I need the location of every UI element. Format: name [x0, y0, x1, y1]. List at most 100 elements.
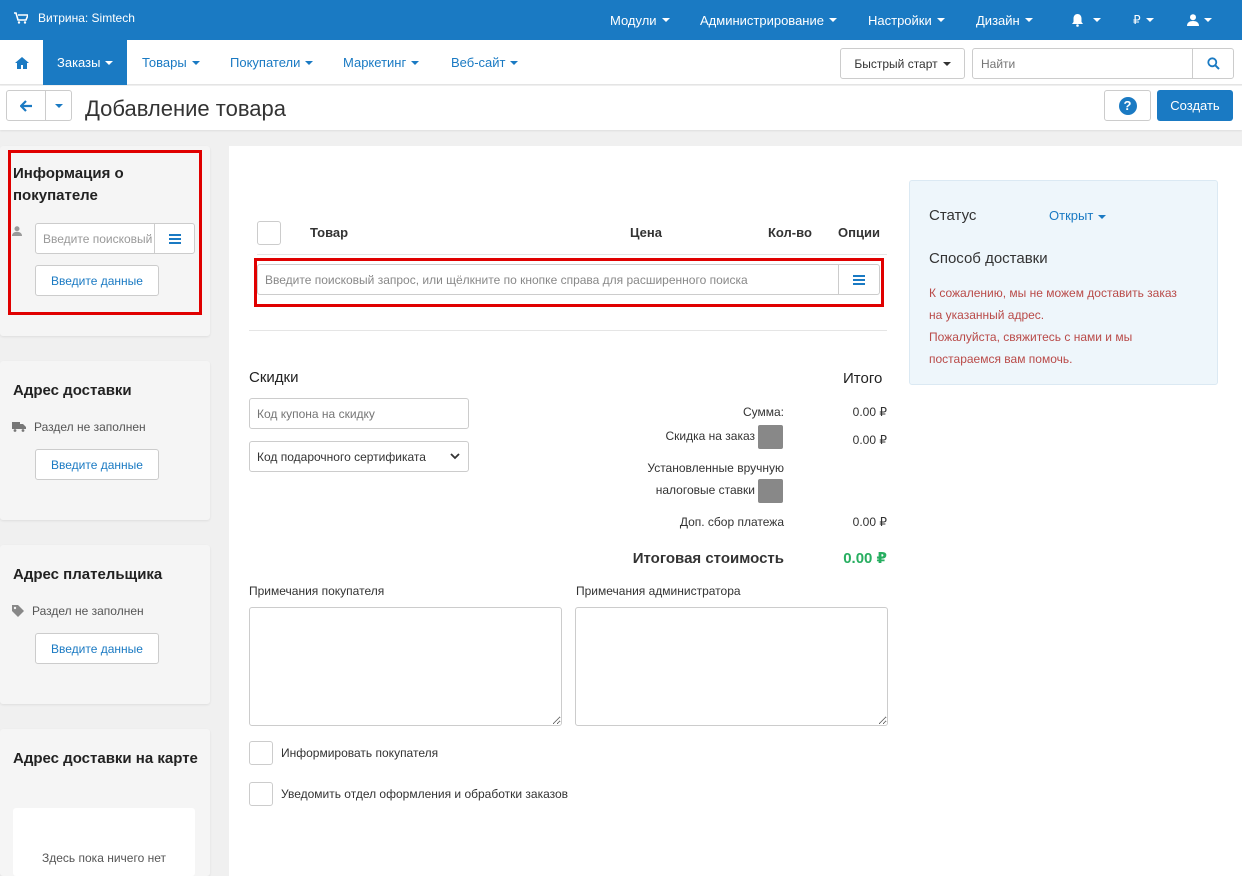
search-icon	[1206, 57, 1220, 70]
global-search-button[interactable]	[1192, 48, 1234, 79]
chevron-down-icon	[1145, 18, 1154, 22]
chevron-down-icon	[936, 18, 945, 22]
chevron-down-icon	[828, 18, 837, 22]
chevron-down-icon	[661, 18, 670, 22]
customer-notes-textarea[interactable]	[249, 607, 562, 726]
gift-certificate-select[interactable]: Код подарочного сертификата	[249, 441, 469, 472]
menu-settings[interactable]: Настройки	[868, 0, 945, 40]
truck-icon	[12, 422, 26, 432]
chevron-down-icon	[1204, 18, 1212, 22]
notify-department-checkbox[interactable]	[249, 782, 273, 806]
nav-orders[interactable]: Заказы	[43, 40, 128, 85]
surcharge-value: 0.00 ₽	[852, 515, 887, 529]
bell-icon	[1072, 14, 1083, 27]
total-value: 0.00 ₽	[843, 550, 887, 567]
chevron-down-icon	[1093, 18, 1101, 22]
shipping-address-card: Адрес доставки Раздел не заполнен Введит…	[0, 361, 210, 520]
surcharge-label: Доп. сбор платежа	[679, 515, 784, 529]
help-button[interactable]: ?	[1104, 90, 1151, 121]
totals-title: Итого	[843, 370, 883, 387]
divider	[249, 330, 887, 331]
store-label: Витрина: Simtech	[38, 11, 135, 25]
arrow-left-icon	[19, 99, 32, 112]
total-label: Итоговая стоимость	[632, 550, 784, 567]
notifications-menu[interactable]	[1071, 0, 1101, 40]
top-bar: Витрина: Simtech Модули Администрировани…	[0, 0, 1242, 40]
status-select[interactable]: Открыт	[1049, 208, 1107, 223]
billing-empty-text: Раздел не заполнен	[32, 604, 144, 618]
chevron-down-icon	[450, 453, 460, 460]
coupon-code-input[interactable]	[249, 398, 469, 429]
chevron-down-icon	[191, 60, 200, 65]
admin-notes-label: Примечания администратора	[576, 584, 741, 598]
user-icon	[1187, 14, 1199, 26]
subtotal-value: 0.00 ₽	[852, 405, 887, 419]
nav-marketing[interactable]: Маркетинг	[343, 40, 420, 85]
customer-notes-label: Примечания покупателя	[249, 584, 385, 598]
shipping-enter-data-button[interactable]: Введите данные	[35, 449, 159, 480]
chevron-down-icon	[305, 60, 314, 65]
chevron-down-icon	[1098, 214, 1107, 219]
order-discount-value: 0.00 ₽	[852, 433, 887, 447]
col-options: Опции	[838, 225, 880, 240]
status-label: Статус	[929, 207, 977, 224]
currency-menu[interactable]: ₽	[1133, 0, 1154, 40]
chevron-down-icon	[54, 103, 63, 108]
highlight-box	[254, 258, 884, 307]
manual-tax-label-2: налоговые ставки	[655, 483, 755, 497]
select-all-checkbox[interactable]	[257, 221, 281, 245]
order-discount-edit[interactable]	[758, 425, 783, 449]
admin-notes-textarea[interactable]	[575, 607, 888, 726]
divider	[257, 254, 887, 255]
chevron-down-icon	[510, 60, 519, 65]
map-card: Адрес доставки на карте Здесь пока ничег…	[0, 729, 210, 876]
create-button[interactable]: Создать	[1157, 90, 1233, 121]
shipping-error-message: К сожалению, мы не можем доставить заказ…	[929, 286, 1177, 366]
cart-icon	[14, 12, 28, 24]
billing-address-card: Адрес плательщика Раздел не заполнен Вве…	[0, 545, 210, 704]
tag-icon	[12, 605, 24, 617]
home-icon	[14, 56, 29, 69]
chevron-down-icon	[942, 61, 951, 66]
menu-design[interactable]: Дизайн	[976, 0, 1033, 40]
menu-administration[interactable]: Администрирование	[700, 0, 837, 40]
billing-enter-data-button[interactable]: Введите данные	[35, 633, 159, 664]
col-price: Цена	[630, 225, 662, 240]
map-title: Адрес доставки на карте	[13, 750, 198, 767]
chevron-down-icon	[105, 60, 114, 65]
col-qty: Кол-во	[768, 225, 812, 240]
notify-department-label: Уведомить отдел оформления и обработки з…	[281, 787, 569, 801]
billing-title: Адрес плательщика	[13, 566, 163, 583]
discounts-title: Скидки	[249, 369, 299, 386]
subtotal-label: Сумма:	[742, 405, 784, 419]
user-menu[interactable]	[1187, 0, 1212, 40]
global-search-input[interactable]	[972, 48, 1193, 79]
nav-website[interactable]: Веб-сайт	[451, 40, 519, 85]
nav-products[interactable]: Товары	[142, 40, 200, 85]
col-product: Товар	[310, 225, 349, 240]
chevron-down-icon	[1024, 18, 1033, 22]
title-bar: Добавление товара ? Создать	[0, 86, 1242, 130]
notify-customer-checkbox[interactable]	[249, 741, 273, 765]
menu-modules[interactable]: Модули	[610, 0, 670, 40]
page-title: Добавление товара	[85, 96, 286, 121]
manual-tax-edit[interactable]	[758, 479, 783, 503]
shipping-title: Адрес доставки	[13, 382, 132, 399]
store-switcher[interactable]: Витрина: Simtech	[14, 11, 135, 25]
map-empty-text: Здесь пока ничего нет	[42, 851, 166, 865]
help-icon: ?	[1118, 96, 1137, 115]
shipping-method-title: Способ доставки	[929, 250, 1048, 267]
map-placeholder: Здесь пока ничего нет	[13, 808, 195, 876]
chevron-down-icon	[411, 60, 420, 65]
home-link[interactable]	[0, 40, 43, 85]
shipping-empty-text: Раздел не заполнен	[34, 420, 146, 434]
highlight-box	[8, 150, 202, 315]
nav-customers[interactable]: Покупатели	[230, 40, 314, 85]
quickstart-button[interactable]: Быстрый старт	[840, 48, 965, 79]
status-panel: Статус Открыт Способ доставки К сожалени…	[909, 180, 1218, 385]
back-button[interactable]	[6, 90, 46, 121]
back-dropdown[interactable]	[45, 90, 72, 121]
order-discount-label: Скидка на заказ	[665, 429, 755, 443]
manual-tax-label-1: Установленные вручную	[647, 461, 784, 475]
notify-customer-label: Информировать покупателя	[281, 746, 439, 760]
